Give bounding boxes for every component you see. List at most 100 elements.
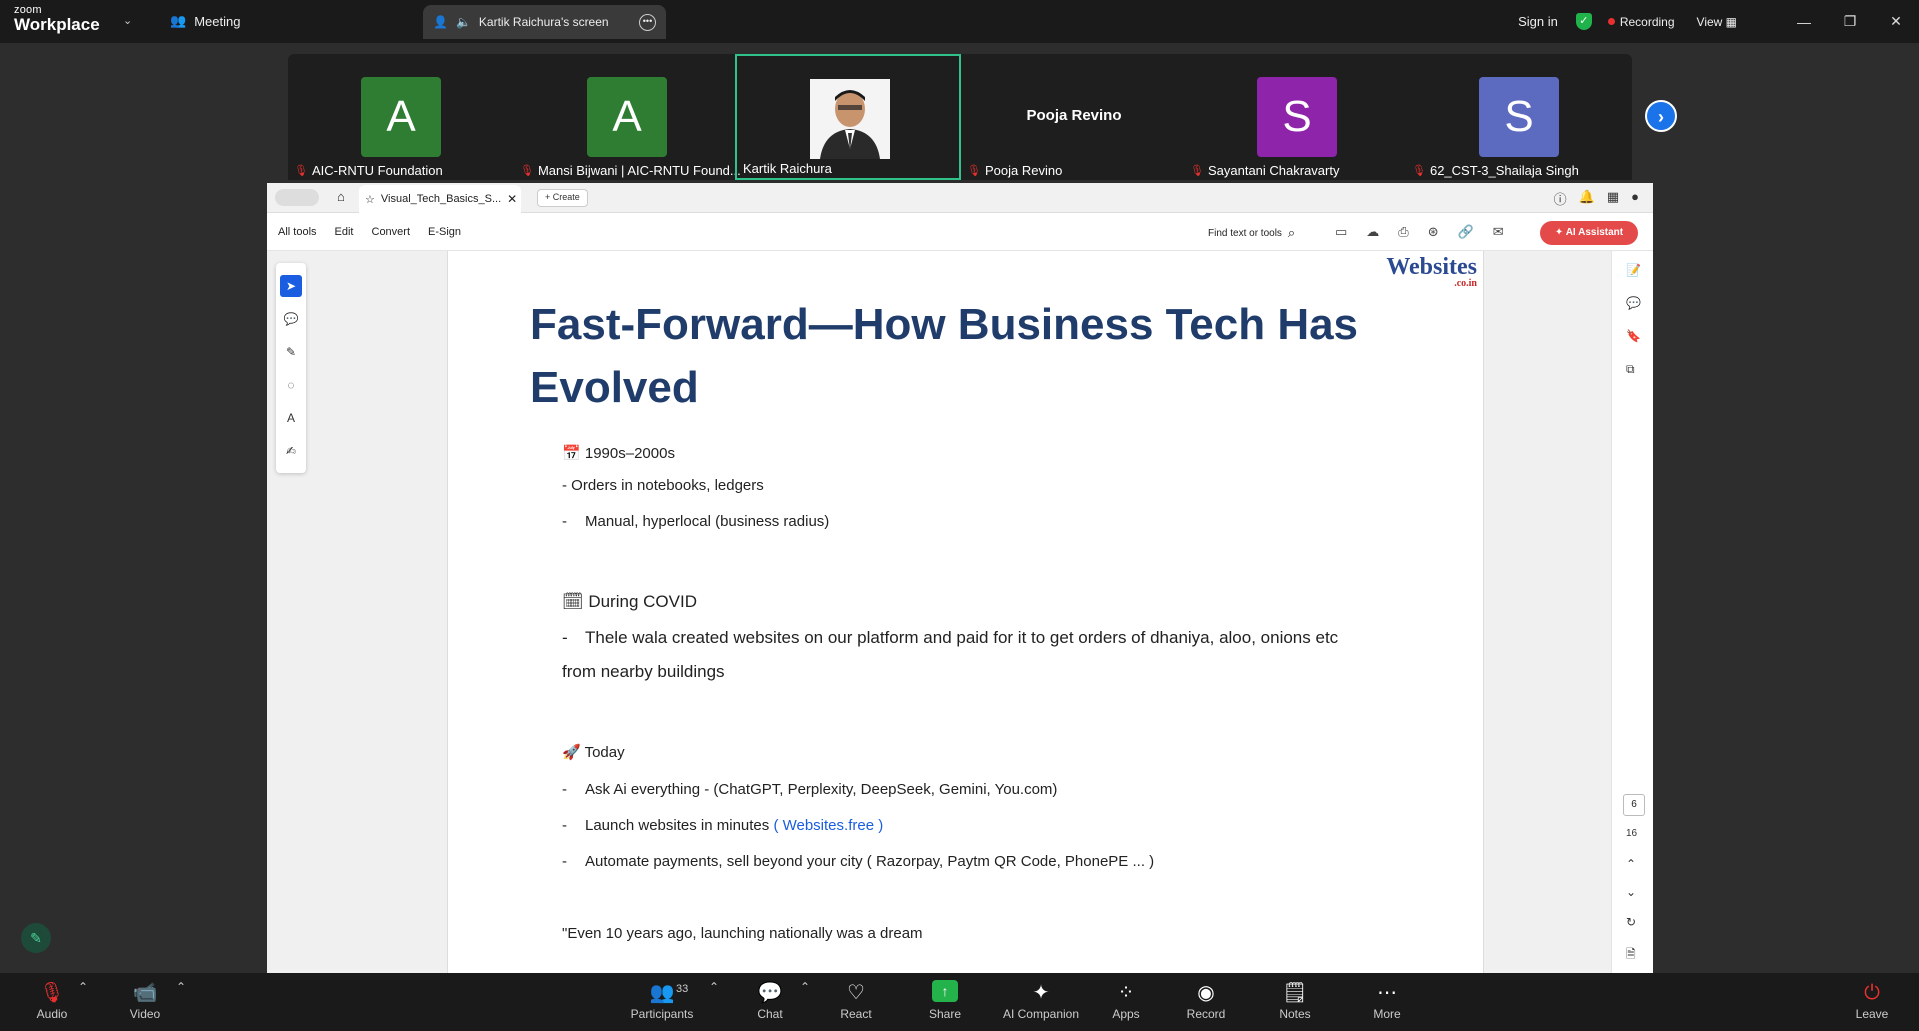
share-label: Share [928, 1007, 962, 1021]
document-canvas: ➤ 💬 ✎ ◌ A ✍ Websites .co.in Fast-Forward… [267, 251, 1653, 973]
ai-companion-button[interactable]: ✦ AI Companion [1000, 980, 1082, 1021]
recording-dot-icon [1607, 18, 1615, 25]
pen-icon[interactable]: ✎ [280, 341, 302, 363]
chevron-down-icon[interactable]: ⌄ [123, 14, 132, 27]
page-up-icon[interactable]: ⌃ [1626, 857, 1636, 871]
comments-icon[interactable]: 💬 [1626, 296, 1641, 310]
home-icon[interactable]: ⌂ [337, 189, 345, 204]
text-select-icon[interactable]: A [280, 407, 302, 429]
ai-summary-icon[interactable]: 📝 [1626, 263, 1641, 277]
sign-in-link[interactable]: Sign in [1518, 14, 1558, 29]
websites-free-link[interactable]: ( Websites.free ) [773, 817, 883, 834]
current-page-box[interactable]: 6 [1623, 794, 1645, 816]
participant-tile-active-speaker[interactable]: Kartik Raichura [735, 54, 961, 180]
restore-icon[interactable]: ❐ [1827, 13, 1873, 30]
participants-button[interactable]: 👥 Participants [624, 980, 700, 1021]
bell-icon[interactable]: 🔔 [1579, 189, 1595, 208]
ai-assistant-button[interactable]: ✦ AI Assistant [1540, 221, 1638, 245]
link-icon[interactable]: 🔗 [1458, 224, 1474, 240]
notes-label: Notes [1279, 1007, 1311, 1021]
video-options-caret[interactable]: ⌃ [176, 980, 186, 994]
annotate-pencil-icon[interactable]: ✎ [21, 923, 51, 953]
menu-convert[interactable]: Convert [372, 226, 411, 238]
participant-display-name: Pooja Revino [1026, 107, 1122, 124]
participant-tile[interactable]: S 🎙 Sayantani Chakravarty [1184, 54, 1410, 180]
cloud-upload-icon[interactable]: ☁ [1366, 224, 1379, 240]
leave-button[interactable]: ⏻ Leave [1854, 980, 1890, 1021]
audio-options-caret[interactable]: ⌃ [78, 980, 88, 994]
minimize-icon[interactable]: — [1781, 14, 1827, 30]
chat-button[interactable]: 💬 Chat [752, 980, 788, 1021]
next-page-arrow-icon[interactable]: › [1645, 100, 1677, 132]
avatar: A [361, 77, 441, 157]
participant-tile[interactable]: S 🎙 62_CST-3_Shailaja Singh [1406, 54, 1632, 180]
participant-name: 62_CST-3_Shailaja Singh [1429, 163, 1579, 178]
video-label: Video [129, 1007, 161, 1021]
calendar-icon: 🗓 [562, 592, 584, 611]
notes-button[interactable]: 🗒 Notes [1276, 980, 1314, 1021]
refresh-icon[interactable]: ↻ [1626, 915, 1636, 929]
save-icon[interactable]: ▭ [1335, 224, 1347, 240]
meeting-toolbar: 🎙 Audio ⌃ 📹 Video ⌃ 👥 Participants 33 ⌃ 💬 Ch… [0, 973, 1919, 1031]
view-button[interactable]: View ▦ [1697, 15, 1737, 29]
document-tab-label: Visual_Tech_Basics_S... [380, 193, 502, 205]
close-tab-icon[interactable]: ✕ [507, 192, 517, 206]
close-icon[interactable]: ✕ [1873, 13, 1919, 30]
share-tab-label: Kartik Raichura's screen [478, 15, 609, 29]
security-shield-icon[interactable]: ✓ [1575, 13, 1592, 30]
screen-share-tab[interactable]: 👤 🔈 Kartik Raichura's screen ••• [423, 5, 666, 39]
chat-options-caret[interactable]: ⌃ [800, 980, 810, 994]
react-button[interactable]: ♡ React [836, 980, 876, 1021]
section-heading-covid: 🗓 During COVID [562, 592, 697, 612]
help-icon[interactable]: ⓘ [1554, 189, 1567, 208]
find-tools-search[interactable]: Find text or tools ⌕ [1208, 225, 1295, 241]
video-button[interactable]: 📹 Video [127, 980, 163, 1021]
bookmark-icon[interactable]: 🔖 [1626, 329, 1641, 343]
page-down-icon[interactable]: ⌄ [1626, 885, 1636, 899]
meeting-info-button[interactable]: 👥 Meeting [170, 13, 240, 29]
audio-label: Audio [36, 1007, 68, 1021]
more-options-icon[interactable]: ••• [639, 13, 656, 31]
record-label: Record [1186, 1007, 1226, 1021]
participant-tile[interactable]: Pooja Revino 🎙 Pooja Revino [961, 54, 1187, 180]
star-icon[interactable]: ☆ [365, 193, 375, 206]
document-icon[interactable]: 🗎 [1626, 945, 1636, 966]
shared-screen: ⌂ ☆ Visual_Tech_Basics_S... ✕ + Create ⓘ… [267, 183, 1653, 973]
bullet: - Manual, hyperlocal (business radius) [562, 513, 829, 530]
menu-edit[interactable]: Edit [335, 226, 354, 238]
more-label: More [1373, 1007, 1401, 1021]
audio-button[interactable]: 🎙 Audio [34, 980, 70, 1021]
email-icon[interactable]: ✉ [1493, 224, 1504, 240]
share-button[interactable]: ↑ Share [925, 980, 965, 1021]
participant-tile[interactable]: A 🎙 AIC-RNTU Foundation [288, 54, 514, 180]
print-icon[interactable]: ⎙ [1398, 224, 1408, 240]
apps-grid-icon[interactable]: ▦ [1607, 189, 1619, 208]
profile-icon[interactable]: ● [1631, 189, 1639, 208]
create-button[interactable]: + Create [537, 189, 588, 207]
participant-tile[interactable]: A 🎙 Mansi Bijwani | AIC-RNTU Found... [514, 54, 741, 180]
participant-name: AIC-RNTU Foundation [311, 163, 443, 178]
sidebar-toggle[interactable] [275, 189, 319, 206]
lasso-icon[interactable]: ◌ [280, 374, 302, 396]
zoom-logo[interactable]: zoom Workplace [14, 5, 100, 34]
copy-pages-icon[interactable]: ⧉ [1626, 362, 1635, 377]
document-tab[interactable]: ☆ Visual_Tech_Basics_S... ✕ [359, 185, 521, 213]
menu-all-tools[interactable]: All tools [278, 226, 317, 238]
more-button[interactable]: ⋯ More [1370, 980, 1404, 1021]
bullet-text: Automate payments, sell beyond your city… [585, 853, 1155, 870]
mic-off-icon: 🎙 [1190, 165, 1204, 177]
record-button[interactable]: ◉ Record [1186, 980, 1226, 1021]
menu-e-sign[interactable]: E-Sign [428, 226, 461, 238]
heading-text: During COVID [588, 592, 697, 611]
share-arrow-icon: ↑ [932, 980, 958, 1002]
recording-indicator[interactable]: Recording [1607, 14, 1675, 29]
participants-options-caret[interactable]: ⌃ [709, 980, 719, 994]
mic-off-icon: 🎙 [967, 165, 981, 177]
share-link-icon[interactable]: ⊛ [1428, 224, 1439, 240]
sign-icon[interactable]: ✍ [280, 440, 302, 462]
apps-button[interactable]: ⁘ Apps [1108, 980, 1144, 1021]
more-icon: ⋯ [1377, 982, 1397, 1004]
select-cursor-icon[interactable]: ➤ [280, 275, 302, 297]
comment-icon[interactable]: 💬 [280, 308, 302, 330]
recording-label: Recording [1619, 14, 1675, 29]
